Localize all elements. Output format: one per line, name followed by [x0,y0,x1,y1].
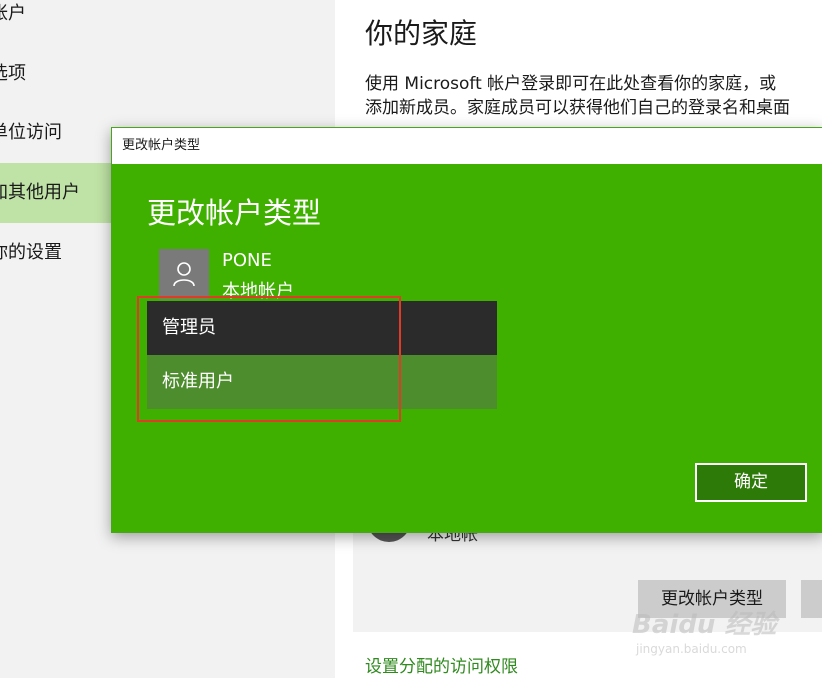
sidebar-item-label: 选项 [0,63,26,84]
sidebar-item-label: 你的设置 [0,242,62,263]
watermark-url: jingyan.baidu.com [636,642,747,656]
description-line: 添加新成员。家庭成员可以获得他们自己的登录名和桌面 [365,98,790,118]
avatar [159,249,209,299]
dialog-heading: 更改帐户类型 [147,196,322,230]
sidebar-item-label: 加其他用户 [0,182,80,203]
dialog-titlebar[interactable]: 更改帐户类型 [112,128,822,164]
dialog-window-title: 更改帐户类型 [122,138,201,153]
page-description: 使用 Microsoft 帐户登录即可在此处查看你的家庭，或 添加新成员。家庭成… [365,72,822,120]
sidebar-item-label: 帐户 [0,3,26,24]
user-name: PONE [222,250,272,271]
watermark: Baidu 经验 jingyan.baidu.com [632,604,812,664]
sidebar-item-options[interactable]: 选项 [0,44,335,104]
assigned-access-link[interactable]: 设置分配的访问权限 [365,652,518,677]
page-title: 你的家庭 [365,17,478,50]
description-line: 使用 Microsoft 帐户登录即可在此处查看你的家庭，或 [365,74,777,94]
annotation-highlight-box [137,296,401,422]
sidebar-item-label: 单位访问 [0,122,62,143]
user-icon [173,262,195,287]
ok-button[interactable]: 确定 [695,463,807,502]
watermark-logo: Baidu 经验 [632,610,777,640]
sidebar-item-accounts[interactable]: 帐户 [0,0,335,44]
